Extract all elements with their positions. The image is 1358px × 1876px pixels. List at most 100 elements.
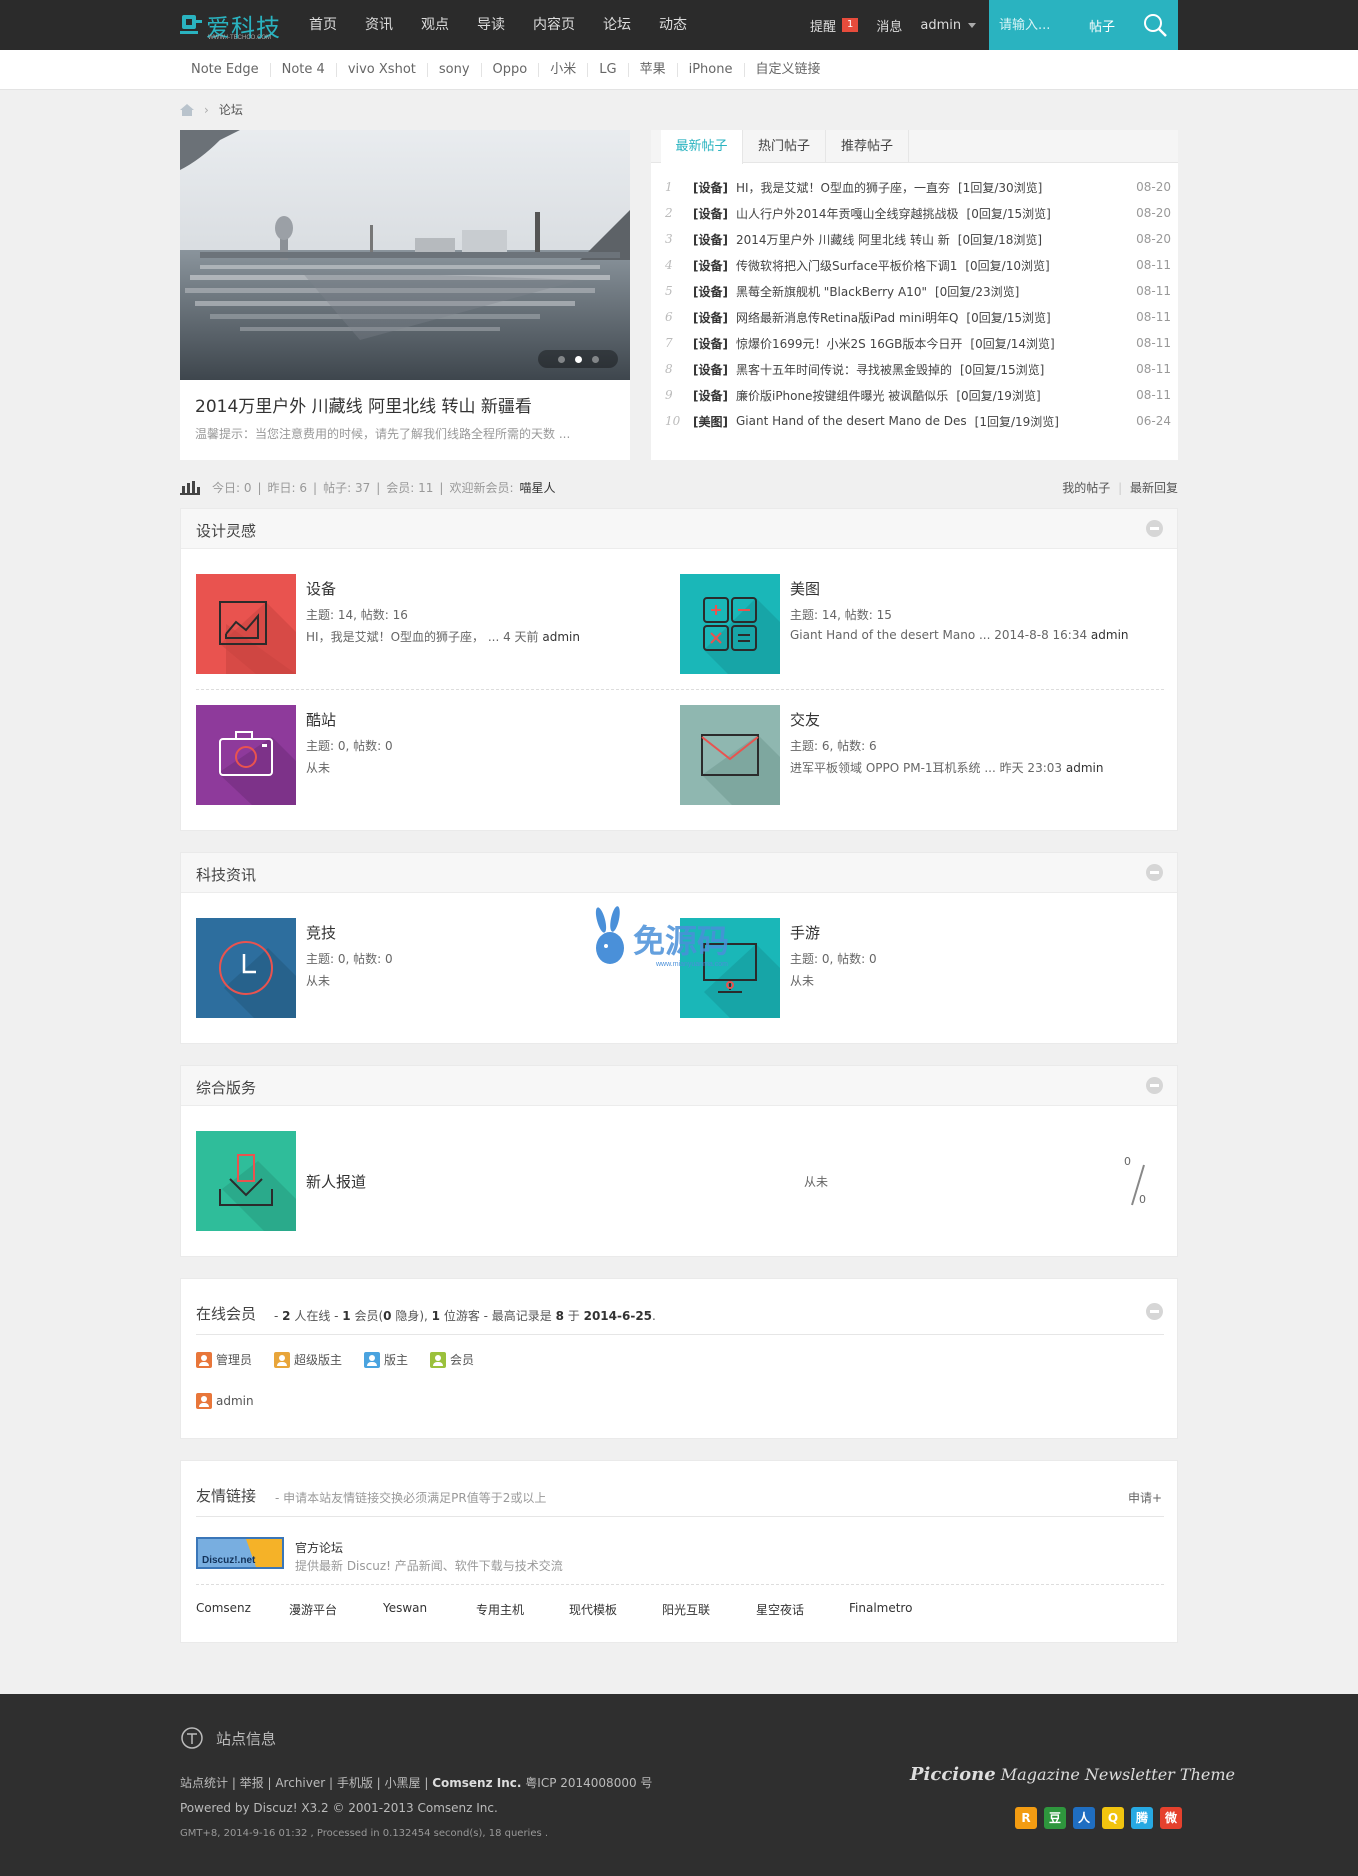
post-row[interactable]: 6 [设备] 网络最新消息传Retina版iPad mini明年Q [0回复/15浏览… — [661, 304, 1171, 330]
official-forum-link[interactable]: 官方论坛 — [295, 1539, 343, 1556]
online-title[interactable]: 在线会员 — [196, 1303, 256, 1324]
renren-icon[interactable]: 人 — [1073, 1807, 1095, 1829]
post-category[interactable]: [设备] — [693, 231, 728, 248]
post-category[interactable]: [设备] — [693, 361, 728, 378]
subnav-link[interactable]: sony — [428, 63, 482, 77]
nav-guide[interactable]: 导读 — [463, 0, 519, 50]
forum-item-coolsites[interactable]: 酷站 主题: 0, 帖数: 0 从未 — [196, 705, 676, 805]
forum-name[interactable]: 设备 — [306, 578, 336, 599]
tqq-icon[interactable]: 腾 — [1131, 1807, 1153, 1829]
home-icon[interactable] — [180, 103, 194, 116]
post-category[interactable]: [设备] — [693, 335, 728, 352]
subnav-link[interactable]: LG — [588, 63, 629, 77]
site-logo[interactable]: 爱科技 WWW.I-TECHCO.COM — [180, 8, 292, 44]
newest-member-link[interactable]: 喵星人 — [520, 479, 556, 496]
friend-link[interactable]: Comsenz — [196, 1601, 289, 1618]
search-icon[interactable] — [1140, 10, 1170, 40]
camera-icon[interactable] — [196, 705, 296, 805]
nav-opinion[interactable]: 观点 — [407, 0, 463, 50]
post-row[interactable]: 5 [设备] 黑莓全新旗舰机 "BlackBerry A10" [0回复/23浏览] 0… — [661, 278, 1171, 304]
post-title[interactable]: 传微软将把入门级Surface平板价格下调1 — [736, 257, 957, 274]
last-post-user[interactable]: admin — [1066, 761, 1104, 775]
forum-item-pictures[interactable]: 美图 主题: 14, 帖数: 15 Giant Hand of the dese… — [680, 574, 1160, 674]
subnav-link[interactable]: 小米 — [539, 63, 589, 77]
last-post-user[interactable]: admin — [542, 630, 580, 644]
post-title[interactable]: 廉价版iPhone按键组件曝光 被讽酷似乐 — [736, 387, 948, 404]
collapse-icon[interactable] — [1146, 520, 1163, 537]
post-category[interactable]: [设备] — [693, 205, 728, 222]
nav-news[interactable]: 资讯 — [351, 0, 407, 50]
subnav-link[interactable]: Oppo — [482, 63, 540, 77]
douban-icon[interactable]: 豆 — [1044, 1807, 1066, 1829]
mail-icon[interactable] — [680, 705, 780, 805]
post-category[interactable]: [设备] — [693, 283, 728, 300]
chart-icon[interactable] — [196, 574, 296, 674]
friend-link[interactable]: 星空夜话 — [756, 1601, 849, 1618]
post-row[interactable]: 9 [设备] 廉价版iPhone按键组件曝光 被讽酷似乐 [0回复/19浏览] 08-1… — [661, 382, 1171, 408]
post-category[interactable]: [设备] — [693, 387, 728, 404]
subnav-link[interactable]: 苹果 — [629, 63, 678, 77]
collapse-icon[interactable] — [1146, 864, 1163, 881]
post-category[interactable]: [设备] — [693, 179, 728, 196]
subnav-link[interactable]: Note Edge — [180, 63, 271, 77]
hero-image[interactable] — [180, 130, 630, 380]
friend-link[interactable]: 阳光互联 — [662, 1601, 756, 1618]
latest-reply-link[interactable]: 最新回复 — [1130, 481, 1178, 495]
nav-content[interactable]: 内容页 — [519, 0, 589, 50]
last-post-user[interactable]: admin — [1091, 628, 1129, 642]
post-category[interactable]: [设备] — [693, 257, 728, 274]
download-icon[interactable] — [196, 1131, 296, 1231]
post-row[interactable]: 3 [设备] 2014万里户外 川藏线 阿里北线 转山 新 [0回复/18浏览] 08-… — [661, 226, 1171, 252]
section-title[interactable]: 设计灵感 — [196, 520, 256, 541]
clock-icon[interactable] — [196, 918, 296, 1018]
friend-link[interactable]: Yeswan — [383, 1601, 476, 1618]
subnav-link[interactable]: vivo Xshot — [337, 63, 428, 77]
post-category[interactable]: [设备] — [693, 309, 728, 326]
post-row[interactable]: 2 [设备] 山人行户外2014年贡嘎山全线穿越挑战极 [0回复/15浏览] 08-20 — [661, 200, 1171, 226]
forum-name[interactable]: 竞技 — [306, 922, 336, 943]
nav-feed[interactable]: 动态 — [645, 0, 701, 50]
collapse-icon[interactable] — [1146, 1303, 1163, 1320]
footer-icp[interactable]: 粤ICP 2014008000 号 — [525, 1776, 652, 1790]
breadcrumb-current[interactable]: 论坛 — [219, 101, 243, 118]
forum-name[interactable]: 手游 — [790, 922, 820, 943]
friend-link[interactable]: 现代模板 — [569, 1601, 662, 1618]
nav-home[interactable]: 首页 — [295, 0, 351, 50]
post-title[interactable]: 2014万里户外 川藏线 阿里北线 转山 新 — [736, 231, 950, 248]
post-row[interactable]: 8 [设备] 黑客十五年时间传说：寻找被黑金毁掉的 [0回复/15浏览] 08-11 — [661, 356, 1171, 382]
slider-dot-active[interactable] — [575, 356, 582, 363]
remind-link[interactable]: 提醒 1 — [810, 16, 859, 35]
post-title[interactable]: 网络最新消息传Retina版iPad mini明年Q — [736, 309, 958, 326]
hero-title[interactable]: 2014万里户外 川藏线 阿里北线 转山 新疆看 — [195, 392, 532, 417]
rss-icon[interactable]: R — [1015, 1807, 1037, 1829]
post-title[interactable]: 黑莓全新旗舰机 "BlackBerry A10" — [736, 283, 927, 300]
tab-recommended-posts[interactable]: 推荐帖子 — [826, 130, 909, 163]
forum-last-post[interactable]: HI，我是艾斌！O型血的狮子座， ... 4 天前 admin — [306, 628, 580, 645]
forum-name[interactable]: 美图 — [790, 578, 820, 599]
post-row[interactable]: 4 [设备] 传微软将把入门级Surface平板价格下调1 [0回复/10浏览] 08-… — [661, 252, 1171, 278]
forum-name[interactable]: 交友 — [790, 709, 820, 730]
qzone-icon[interactable]: Q — [1102, 1807, 1124, 1829]
nav-forum[interactable]: 论坛 — [589, 0, 645, 50]
section-title[interactable]: 综合版务 — [196, 1077, 256, 1098]
user-menu[interactable]: admin — [920, 18, 977, 33]
apply-link[interactable]: 申请+ — [1128, 1489, 1162, 1506]
collapse-icon[interactable] — [1146, 1077, 1163, 1094]
post-title[interactable]: 黑客十五年时间传说：寻找被黑金毁掉的 — [736, 361, 952, 378]
search-type-select[interactable]: 帖子 — [1089, 16, 1115, 35]
post-category[interactable]: [美图] — [693, 413, 728, 430]
friend-link[interactable]: 漫游平台 — [289, 1601, 383, 1618]
post-title[interactable]: 山人行户外2014年贡嘎山全线穿越挑战极 — [736, 205, 959, 222]
tab-hot-posts[interactable]: 热门帖子 — [743, 130, 826, 163]
tab-latest-posts[interactable]: 最新帖子 — [661, 130, 743, 164]
friend-link[interactable]: Finalmetro — [849, 1601, 912, 1618]
post-title[interactable]: 惊爆价1699元！小米2S 16GB版本今日开 — [736, 335, 962, 352]
subnav-link[interactable]: Note 4 — [271, 63, 337, 77]
message-link[interactable]: 消息 — [876, 16, 902, 35]
post-title[interactable]: Giant Hand of the desert Mano de Des — [736, 414, 967, 428]
my-posts-link[interactable]: 我的帖子 — [1062, 481, 1110, 495]
forum-name[interactable]: 酷站 — [306, 709, 336, 730]
forum-item-friends[interactable]: 交友 主题: 6, 帖数: 6 进军平板领域 OPPO PM-1耳机系统 ...… — [680, 705, 1160, 805]
post-title[interactable]: HI，我是艾斌！O型血的狮子座，一直夯 — [736, 179, 950, 196]
footer-links[interactable]: 站点统计 | 举报 | Archiver | 手机版 | 小黑屋 | Comse… — [180, 1774, 652, 1791]
